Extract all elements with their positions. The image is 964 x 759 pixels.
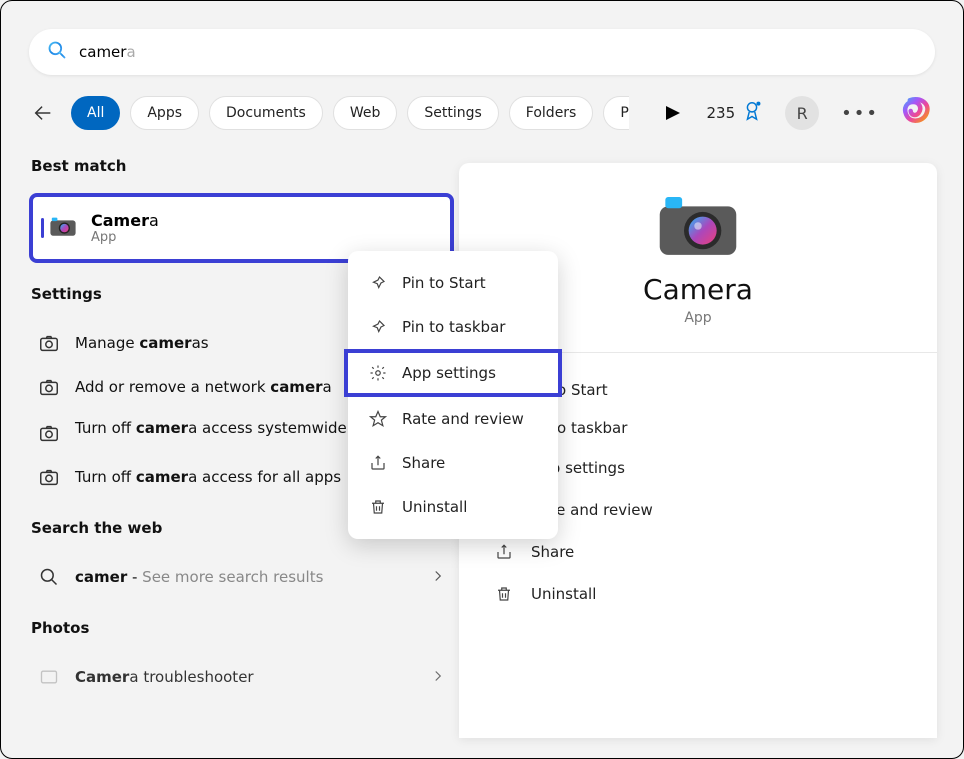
photo-icon: [37, 665, 61, 689]
rewards-icon: [741, 100, 763, 126]
filter-settings[interactable]: Settings: [407, 96, 498, 130]
filter-folders[interactable]: Folders: [509, 96, 594, 130]
menu-rate-review[interactable]: Rate and review: [348, 397, 558, 441]
photos-camera-troubleshooter[interactable]: Camera troubleshooter: [29, 655, 454, 699]
trash-icon: [368, 497, 388, 517]
menu-uninstall[interactable]: Uninstall: [348, 485, 558, 529]
search-icon: [37, 565, 61, 589]
camera-icon-large: [656, 191, 740, 259]
search-icon: [47, 40, 79, 64]
action-uninstall[interactable]: Uninstall: [487, 573, 909, 615]
menu-share[interactable]: Share: [348, 441, 558, 485]
filter-apps[interactable]: Apps: [130, 96, 199, 130]
back-button[interactable]: [29, 99, 57, 127]
pin-icon: [368, 317, 388, 337]
menu-pin-taskbar[interactable]: Pin to taskbar: [348, 305, 558, 349]
best-match-heading: Best match: [31, 157, 454, 175]
gear-icon: [368, 363, 388, 383]
search-bar[interactable]: camera: [29, 29, 935, 75]
chevron-right-icon: [432, 668, 444, 686]
camera-icon: [49, 212, 77, 244]
camera-outline-icon: [37, 421, 61, 445]
share-icon: [368, 453, 388, 473]
web-search-camer[interactable]: camer - See more search results: [29, 555, 454, 599]
filter-web[interactable]: Web: [333, 96, 398, 130]
menu-pin-start[interactable]: Pin to Start: [348, 261, 558, 305]
chevron-right-icon: [432, 568, 444, 586]
trash-icon: [493, 583, 515, 605]
photos-heading: Photos: [31, 619, 454, 637]
user-avatar[interactable]: R: [785, 96, 819, 130]
share-icon: [493, 541, 515, 563]
filter-all[interactable]: All: [71, 96, 120, 130]
more-button[interactable]: •••: [841, 103, 879, 124]
context-menu: Pin to Start Pin to taskbar App settings…: [348, 251, 558, 539]
filter-photos-truncated[interactable]: Ph: [603, 96, 629, 130]
menu-app-settings[interactable]: App settings: [344, 349, 562, 397]
camera-outline-icon: [37, 331, 61, 355]
star-icon: [368, 409, 388, 429]
filter-documents[interactable]: Documents: [209, 96, 323, 130]
camera-outline-icon: [37, 375, 61, 399]
copilot-icon[interactable]: [895, 93, 935, 133]
play-icon[interactable]: [663, 103, 683, 123]
filter-row: All Apps Documents Web Settings Folders …: [29, 93, 935, 133]
rewards-points[interactable]: 235: [707, 100, 764, 126]
pin-icon: [368, 273, 388, 293]
search-input[interactable]: camera: [79, 43, 917, 61]
camera-outline-icon: [37, 465, 61, 489]
